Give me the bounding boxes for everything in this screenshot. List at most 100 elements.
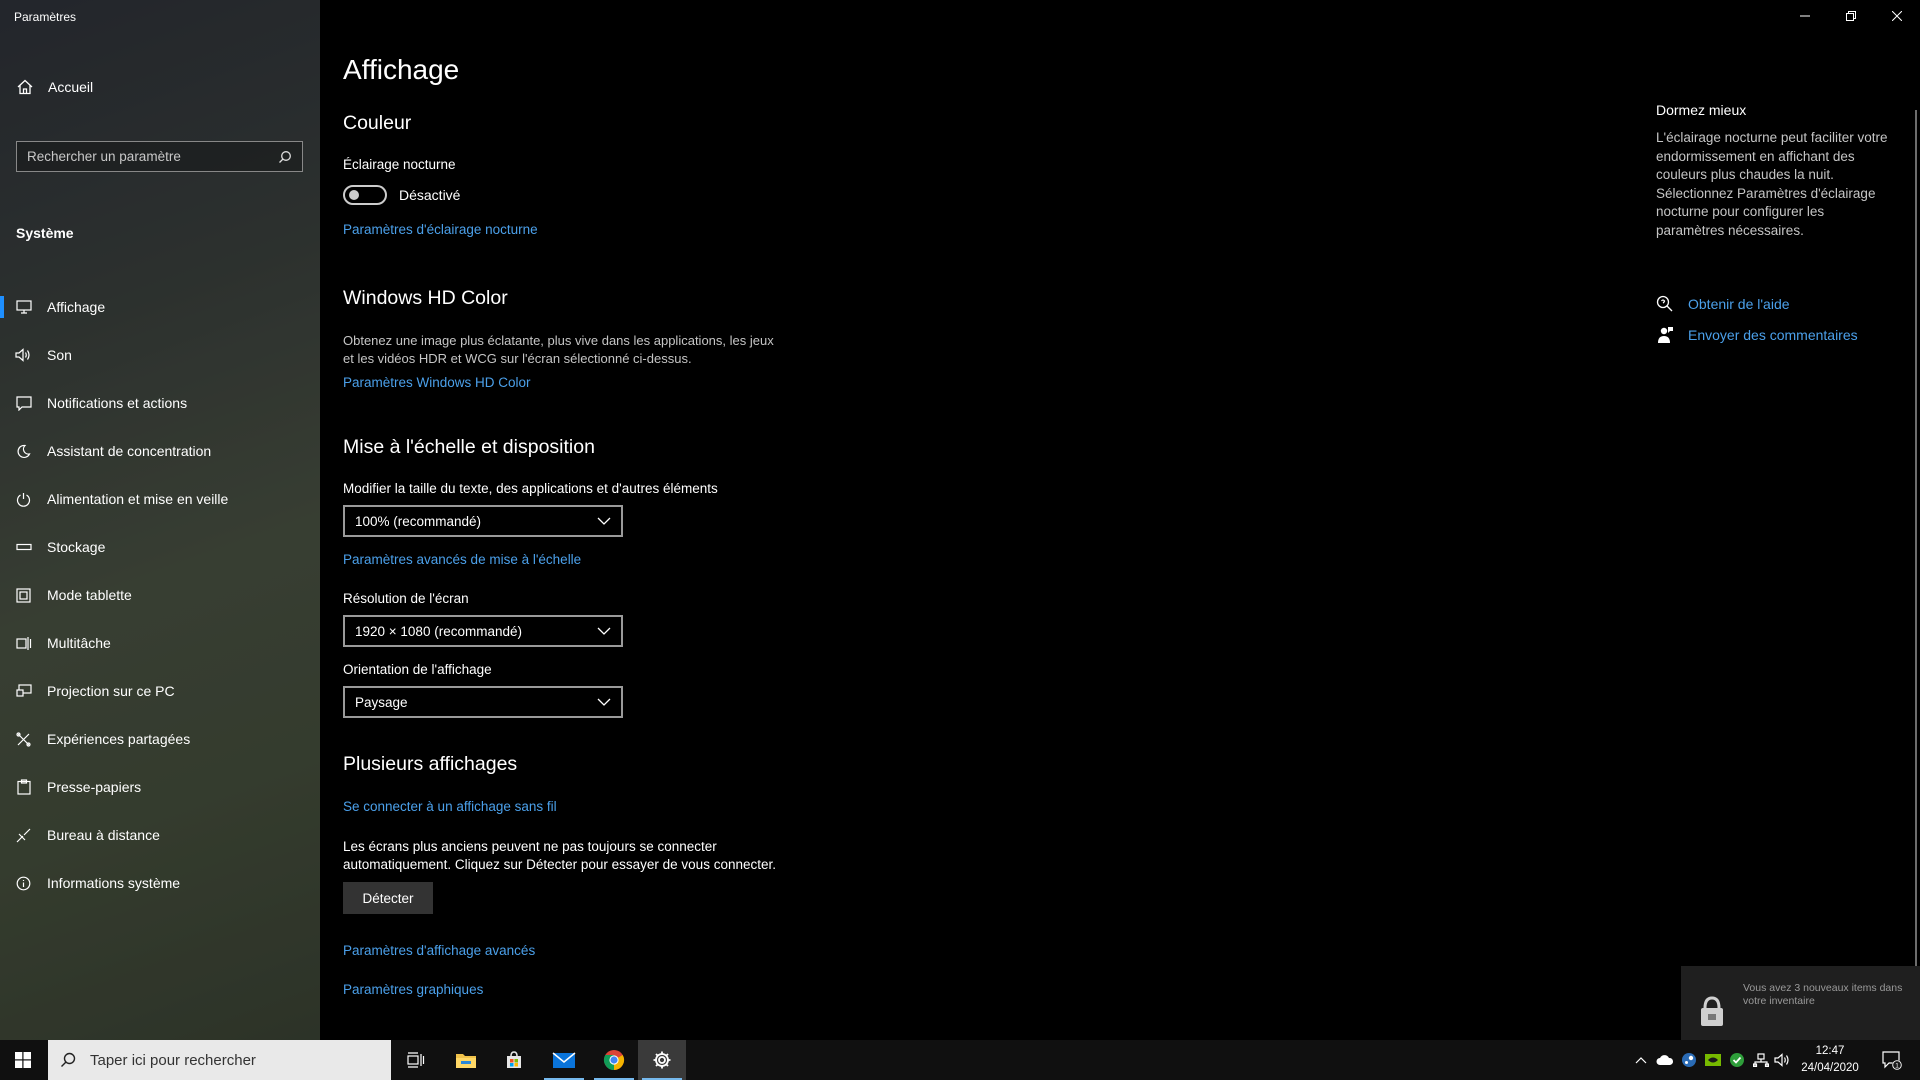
- resolution-value: 1920 × 1080 (recommandé): [355, 623, 522, 639]
- clock-date: 24/04/2020: [1801, 1062, 1859, 1074]
- nvidia-tray-button[interactable]: [1702, 1040, 1724, 1080]
- sidebar-item-label: Presse-papiers: [47, 779, 142, 795]
- notification-toast[interactable]: Vous avez 3 nouveaux items dans votre in…: [1681, 966, 1920, 1040]
- multi-display-description: Les écrans plus anciens peuvent ne pas t…: [343, 839, 776, 872]
- search-icon[interactable]: [278, 150, 292, 164]
- scale-size-dropdown[interactable]: 100% (recommandé): [343, 505, 623, 537]
- sidebar-item-multitache[interactable]: Multitâche: [0, 619, 320, 667]
- night-light-label: Éclairage nocturne: [343, 157, 456, 172]
- sidebar-item-label: Affichage: [47, 299, 106, 315]
- onedrive-tray-button[interactable]: [1654, 1040, 1676, 1080]
- store-icon: [507, 1051, 521, 1068]
- home-label: Accueil: [48, 79, 94, 95]
- search-icon: [61, 1052, 76, 1067]
- projection-icon: [15, 683, 32, 700]
- taskbar-clock[interactable]: 12:47 24/04/2020: [1790, 1043, 1870, 1077]
- notification-count: 1: [1895, 1062, 1899, 1069]
- resolution-label: Résolution de l'écran: [343, 591, 469, 606]
- taskbar: 12:47 24/04/2020 1: [0, 1040, 1920, 1080]
- sidebar-item-label: Notifications et actions: [47, 395, 188, 411]
- store-button[interactable]: [490, 1040, 538, 1080]
- advanced-scaling-link[interactable]: Paramètres avancés de mise à l'échelle: [343, 552, 581, 567]
- minimize-button[interactable]: [1782, 0, 1828, 32]
- hdr-settings-link[interactable]: Paramètres Windows HD Color: [343, 375, 531, 390]
- file-explorer-button[interactable]: [442, 1040, 490, 1080]
- chrome-icon: [603, 1050, 625, 1071]
- sidebar-item-label: Mode tablette: [47, 587, 132, 603]
- sidebar-item-informations-systeme[interactable]: Informations système: [0, 859, 320, 907]
- sidebar-item-assistant-concentration[interactable]: Assistant de concentration: [0, 427, 320, 475]
- toast-message: Vous avez 3 nouveaux items dans votre in…: [1743, 982, 1903, 1007]
- network-tray-button[interactable]: [1750, 1040, 1772, 1080]
- app-title: Paramètres: [14, 10, 77, 24]
- sidebar-item-label: Stockage: [47, 539, 106, 555]
- show-hidden-icons-button[interactable]: [1630, 1040, 1652, 1080]
- detect-button[interactable]: Détecter: [343, 882, 433, 914]
- sidebar-item-label: Bureau à distance: [47, 827, 160, 843]
- restore-button[interactable]: [1828, 0, 1874, 32]
- notification-icon: [15, 395, 32, 412]
- action-center-button[interactable]: 1: [1872, 1040, 1912, 1080]
- toggle-knob: [349, 190, 359, 200]
- night-light-settings-link[interactable]: Paramètres d'éclairage nocturne: [343, 222, 538, 237]
- scale-size-value: 100% (recommandé): [355, 513, 482, 529]
- get-help-link[interactable]: Obtenir de l'aide: [1656, 295, 1790, 313]
- sidebar-item-projection[interactable]: Projection sur ce PC: [0, 667, 320, 715]
- sidebar-item-stockage[interactable]: Stockage: [0, 523, 320, 571]
- window-controls: [1782, 0, 1920, 32]
- sidebar-item-mode-tablette[interactable]: Mode tablette: [0, 571, 320, 619]
- send-feedback-label: Envoyer des commentaires: [1688, 327, 1858, 343]
- minimize-icon: [1800, 15, 1810, 17]
- hdr-description: Obtenez une image plus éclatante, plus v…: [343, 333, 774, 366]
- task-view-button[interactable]: [392, 1040, 440, 1080]
- resolution-dropdown[interactable]: 1920 × 1080 (recommandé): [343, 615, 623, 647]
- page-title: Affichage: [343, 54, 460, 85]
- home-nav-item[interactable]: Accueil: [16, 76, 320, 98]
- sidebar-item-label: Son: [47, 347, 72, 363]
- settings-taskbar-button[interactable]: [638, 1040, 686, 1080]
- steam-tray-button[interactable]: [1678, 1040, 1700, 1080]
- sidebar-item-alimentation[interactable]: Alimentation et mise en veille: [0, 475, 320, 523]
- sidebar-item-bureau-distance[interactable]: Bureau à distance: [0, 811, 320, 859]
- tablet-icon: [15, 587, 32, 604]
- task-view-icon: [407, 1052, 425, 1068]
- chevron-down-icon: [597, 627, 611, 635]
- speaker-icon: [15, 347, 32, 364]
- orientation-dropdown[interactable]: Paysage: [343, 686, 623, 718]
- close-button[interactable]: [1874, 0, 1920, 32]
- sidebar-item-experiences-partagees[interactable]: Expériences partagées: [0, 715, 320, 763]
- section-heading-couleur: Couleur: [343, 112, 412, 134]
- sidebar-nav: Affichage Son Notifications et actions A…: [0, 283, 320, 907]
- chevron-down-icon: [597, 517, 611, 525]
- related-description: L'éclairage nocturne peut faciliter votr…: [1656, 130, 1888, 238]
- moon-icon: [15, 443, 32, 460]
- graphics-settings-link[interactable]: Paramètres graphiques: [343, 982, 483, 997]
- sidebar-item-notifications[interactable]: Notifications et actions: [0, 379, 320, 427]
- related-title: Dormez mieux: [1656, 102, 1747, 118]
- settings-search-box[interactable]: [16, 141, 303, 172]
- nvidia-icon: [1705, 1054, 1721, 1066]
- taskbar-search-box[interactable]: [48, 1040, 391, 1080]
- sidebar-item-label: Projection sur ce PC: [47, 683, 175, 699]
- chrome-button[interactable]: [590, 1040, 638, 1080]
- sidebar-item-son[interactable]: Son: [0, 331, 320, 379]
- mail-button[interactable]: [540, 1040, 588, 1080]
- night-light-toggle-state: Désactivé: [399, 187, 461, 203]
- start-button[interactable]: [0, 1040, 46, 1080]
- night-light-toggle[interactable]: [343, 185, 387, 205]
- restore-icon: [1846, 11, 1856, 21]
- taskbar-search-input[interactable]: [90, 1051, 391, 1069]
- sidebar-item-affichage[interactable]: Affichage: [0, 283, 320, 331]
- sidebar-item-label: Multitâche: [47, 635, 111, 651]
- clock-time: 12:47: [1815, 1045, 1845, 1057]
- send-feedback-link[interactable]: Envoyer des commentaires: [1656, 326, 1858, 344]
- vertical-scrollbar[interactable]: [1915, 110, 1917, 970]
- security-tray-button[interactable]: [1726, 1040, 1748, 1080]
- feedback-person-icon: [1658, 327, 1673, 343]
- advanced-display-link[interactable]: Paramètres d'affichage avancés: [343, 943, 535, 958]
- orientation-value: Paysage: [355, 694, 408, 710]
- wireless-display-link[interactable]: Se connecter à un affichage sans fil: [343, 799, 557, 814]
- settings-search-input[interactable]: [27, 149, 278, 164]
- sidebar-item-presse-papiers[interactable]: Presse-papiers: [0, 763, 320, 811]
- scale-size-label: Modifier la taille du texte, des applica…: [343, 481, 718, 496]
